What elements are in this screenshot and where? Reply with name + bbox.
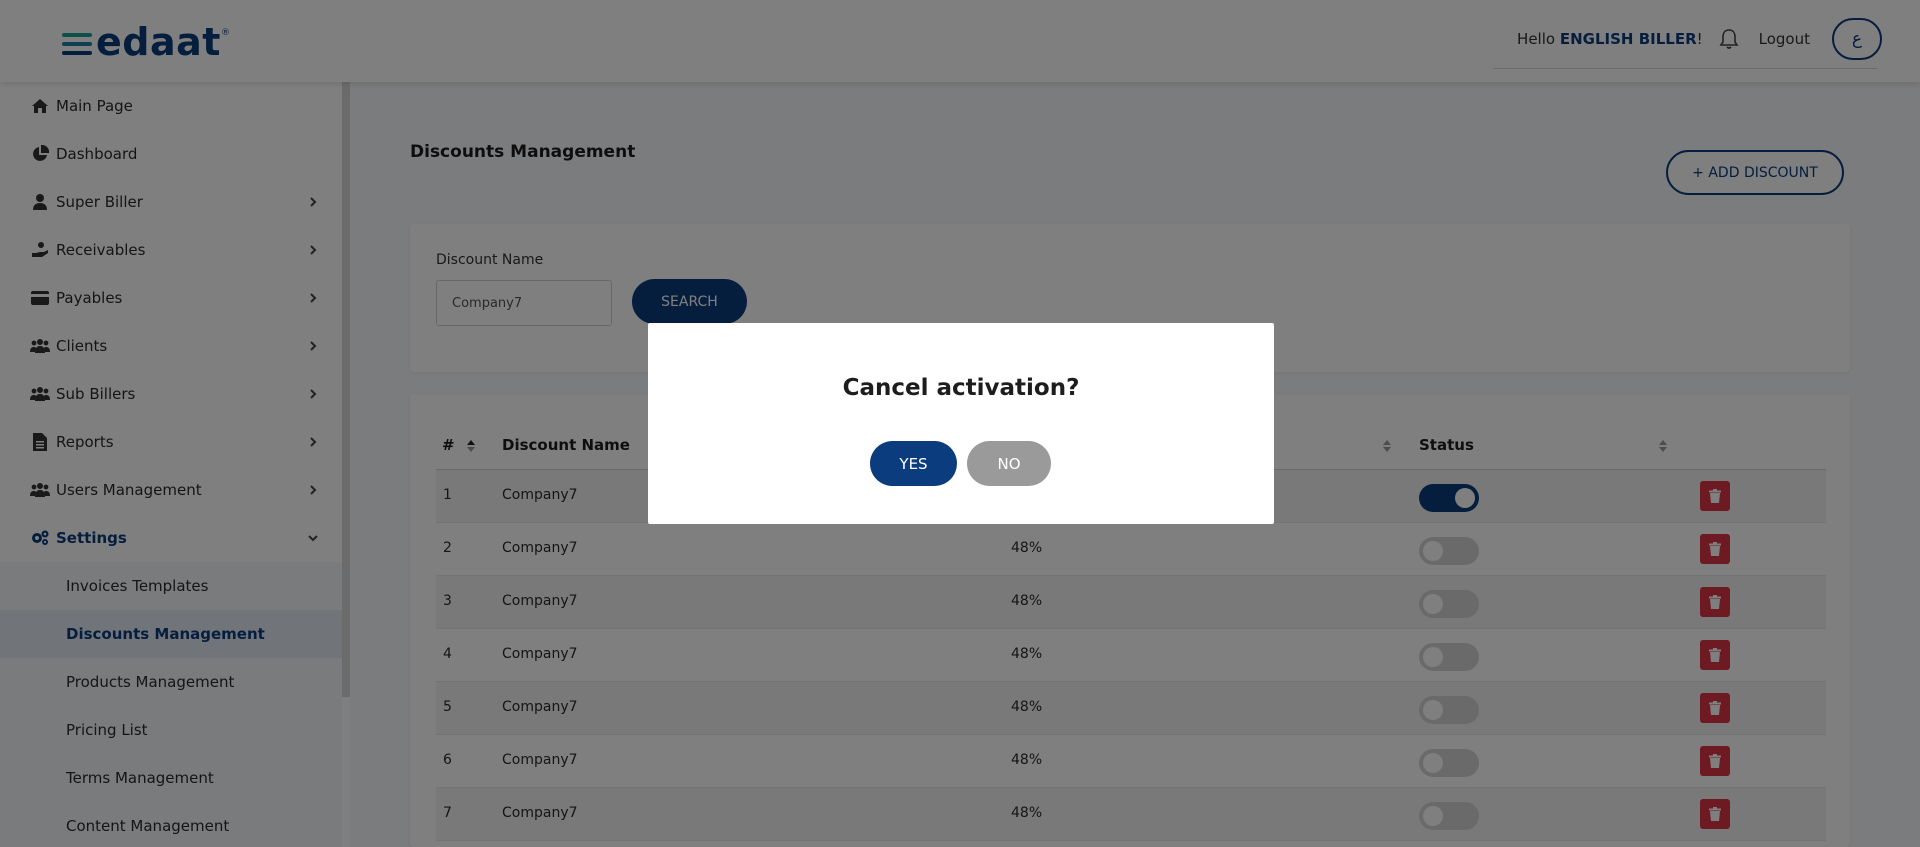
no-button[interactable]: NO xyxy=(967,441,1051,486)
yes-button[interactable]: YES xyxy=(870,441,957,486)
confirm-dialog: Cancel activation? YES NO xyxy=(648,323,1274,524)
dialog-title: Cancel activation? xyxy=(842,375,1080,401)
